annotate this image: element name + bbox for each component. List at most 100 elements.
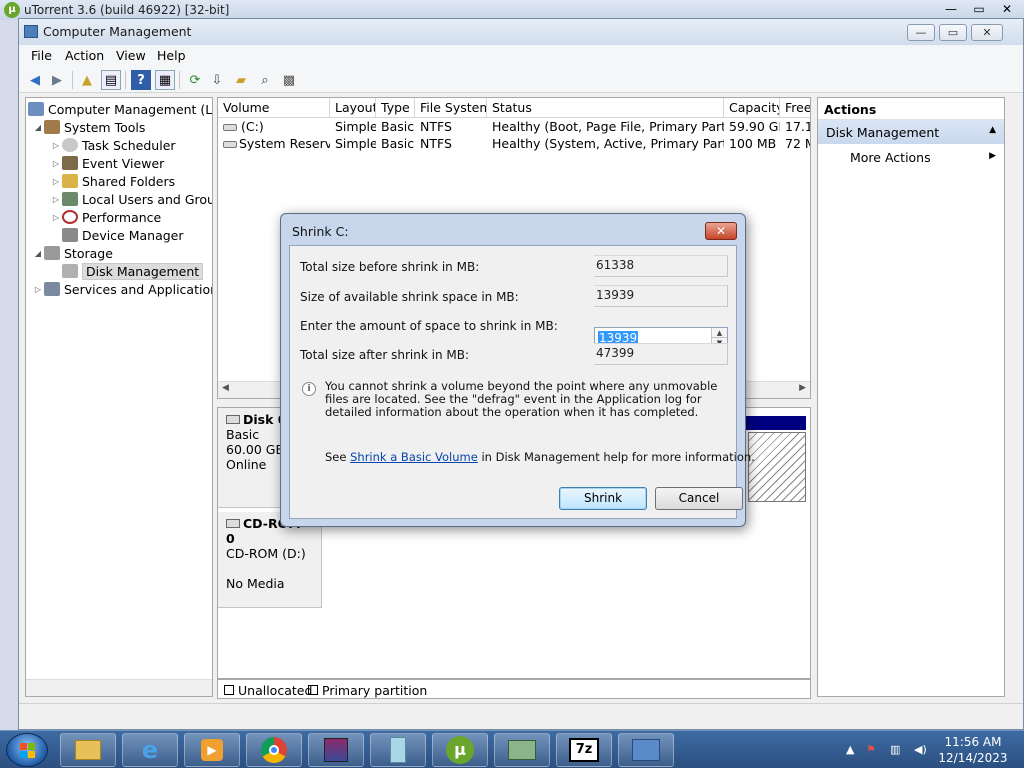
cancel-button[interactable]: Cancel	[655, 487, 743, 510]
info-message: You cannot shrink a volume beyond the po…	[325, 379, 718, 419]
close-button[interactable]: ✕	[971, 24, 1003, 41]
utorrent-icon: µ	[446, 736, 474, 764]
tree-item-performance[interactable]: ▷ Performance	[50, 208, 161, 226]
tree-item-device-manager[interactable]: Device Manager	[50, 226, 184, 244]
tree-item-disk-management[interactable]: Disk Management	[50, 262, 204, 280]
expand-triangle-icon[interactable]: ▷	[50, 195, 62, 204]
drive-icon	[223, 124, 237, 131]
action-center-icon[interactable]: ⚑	[866, 743, 876, 756]
column-header-file-system[interactable]: File System	[415, 98, 487, 118]
utorrent-titlebar[interactable]: µ uTorrent 3.6 (build 46922) [32-bit] — …	[0, 0, 1024, 20]
utorrent-close-button[interactable]: ✕	[994, 0, 1020, 18]
menu-action[interactable]: Action	[65, 48, 104, 63]
scroll-right-icon[interactable]: ▶	[799, 383, 806, 393]
computer-management-icon	[508, 740, 536, 760]
chrome-icon	[261, 737, 287, 763]
actions-section-disk-management[interactable]: Disk Management ▲	[818, 120, 1004, 144]
spin-up-icon[interactable]: ▲	[712, 328, 727, 338]
tree-horizontal-scrollbar[interactable]	[26, 679, 212, 696]
dialog-close-button[interactable]: ✕	[705, 222, 737, 240]
disk-icon	[226, 415, 240, 424]
volume-list-header: Volume Layout Type File System Status Ca…	[218, 98, 810, 118]
taskbar-clock[interactable]: 11:56 AM 12/14/2023	[934, 734, 1012, 766]
7zip-icon: 7z	[569, 738, 599, 762]
actions-pane: Actions Disk Management ▲ More Actions ▶	[817, 97, 1005, 697]
expand-triangle-icon[interactable]: ▷	[32, 285, 44, 294]
storage-icon	[44, 246, 60, 260]
start-button[interactable]	[6, 733, 48, 767]
expand-triangle-icon[interactable]: ▷	[50, 159, 62, 168]
table-row[interactable]: (C:) Simple Basic NTFS Healthy (Boot, Pa…	[218, 118, 810, 135]
column-header-type[interactable]: Type	[376, 98, 415, 118]
show-hidden-icons-icon[interactable]: ▲	[846, 743, 854, 756]
menu-help[interactable]: Help	[157, 48, 186, 63]
menu-file[interactable]: File	[31, 48, 52, 63]
taskbar-internet-explorer[interactable]: e	[122, 733, 178, 767]
show-hide-tree-icon[interactable]: ▤	[101, 70, 121, 90]
expand-triangle-icon[interactable]: ▷	[50, 213, 62, 222]
tree-item-storage[interactable]: ◢ Storage	[32, 244, 113, 262]
back-arrow-icon[interactable]: ◀	[25, 70, 45, 90]
taskbar-explorer[interactable]	[60, 733, 116, 767]
taskbar-network[interactable]	[618, 733, 674, 767]
column-header-volume[interactable]: Volume	[218, 98, 330, 118]
forward-arrow-icon[interactable]: ▶	[47, 70, 67, 90]
tree-item-shared-folders[interactable]: ▷ Shared Folders	[50, 172, 175, 190]
toolbar-separator	[72, 71, 73, 89]
taskbar-utorrent[interactable]: µ	[432, 733, 488, 767]
tree-item-event-viewer[interactable]: ▷ Event Viewer	[50, 154, 164, 172]
find-icon[interactable]: ⌕	[255, 70, 275, 90]
tree-item-system-tools[interactable]: ◢ System Tools	[32, 118, 145, 136]
export-icon[interactable]: ⇩	[207, 70, 227, 90]
utorrent-maximize-button[interactable]: ▭	[966, 0, 992, 18]
column-header-status[interactable]: Status	[487, 98, 724, 118]
computer-management-app-icon	[24, 25, 38, 38]
toolbar-separator	[125, 71, 126, 89]
notepad-icon	[390, 737, 406, 763]
action-more-actions[interactable]: More Actions ▶	[818, 146, 1004, 168]
tree-item-task-scheduler[interactable]: ▷ Task Scheduler	[50, 136, 176, 154]
available-space-label: Size of available shrink space in MB:	[300, 290, 519, 304]
taskbar-7zip[interactable]: 7z	[556, 733, 612, 767]
users-icon	[62, 192, 78, 206]
menu-view[interactable]: View	[116, 48, 146, 63]
taskbar-media-player[interactable]: ▶	[184, 733, 240, 767]
minimize-button[interactable]: —	[907, 24, 935, 41]
internet-explorer-icon: e	[141, 736, 159, 764]
tree-item-local-users-and-groups[interactable]: ▷ Local Users and Groups	[50, 190, 212, 208]
volume-icon[interactable]: ◀)	[914, 743, 927, 756]
properties-icon[interactable]: ▦	[155, 70, 175, 90]
column-header-layout[interactable]: Layout	[330, 98, 376, 118]
refresh-icon[interactable]: ⟳	[185, 70, 205, 90]
partition-block[interactable]	[748, 432, 806, 502]
expand-triangle-icon[interactable]: ▷	[50, 141, 62, 150]
taskbar: e ▶ µ 7z ▲ ⚑ ▥ ◀) 11:56 AM 12/14/2023	[0, 730, 1024, 768]
submenu-arrow-icon: ▶	[989, 151, 996, 161]
column-header-free[interactable]: Free	[780, 98, 810, 118]
table-row[interactable]: System Reserved Simple Basic NTFS Health…	[218, 135, 810, 152]
taskbar-chrome[interactable]	[246, 733, 302, 767]
utorrent-title: uTorrent 3.6 (build 46922) [32-bit]	[24, 3, 230, 17]
taskbar-winrar[interactable]	[308, 733, 364, 767]
collapse-up-icon[interactable]: ▲	[989, 125, 996, 135]
window-titlebar[interactable]: Computer Management — ▭ ✕	[19, 19, 1023, 45]
shrink-basic-volume-link[interactable]: Shrink a Basic Volume	[350, 450, 478, 464]
maximize-button[interactable]: ▭	[939, 24, 967, 41]
taskbar-computer-management[interactable]	[494, 733, 550, 767]
settings-icon[interactable]: ▩	[279, 70, 299, 90]
taskbar-notepad[interactable]	[370, 733, 426, 767]
up-folder-icon[interactable]: ▲	[77, 70, 97, 90]
column-header-capacity[interactable]: Capacity	[724, 98, 780, 118]
network-tray-icon[interactable]: ▥	[890, 743, 900, 756]
tree-item-services-and-applications[interactable]: ▷ Services and Applications	[32, 280, 212, 298]
scroll-left-icon[interactable]: ◀	[222, 383, 229, 393]
collapse-triangle-icon[interactable]: ◢	[32, 123, 44, 132]
collapse-triangle-icon[interactable]: ◢	[32, 249, 44, 258]
open-icon[interactable]: ▰	[231, 70, 251, 90]
utorrent-minimize-button[interactable]: —	[938, 0, 964, 18]
shrink-button[interactable]: Shrink	[559, 487, 647, 510]
help-icon[interactable]: ?	[131, 70, 151, 90]
info-icon: i	[302, 382, 316, 396]
expand-triangle-icon[interactable]: ▷	[50, 177, 62, 186]
tree-item-computer-management[interactable]: Computer Management (Local	[28, 100, 212, 118]
